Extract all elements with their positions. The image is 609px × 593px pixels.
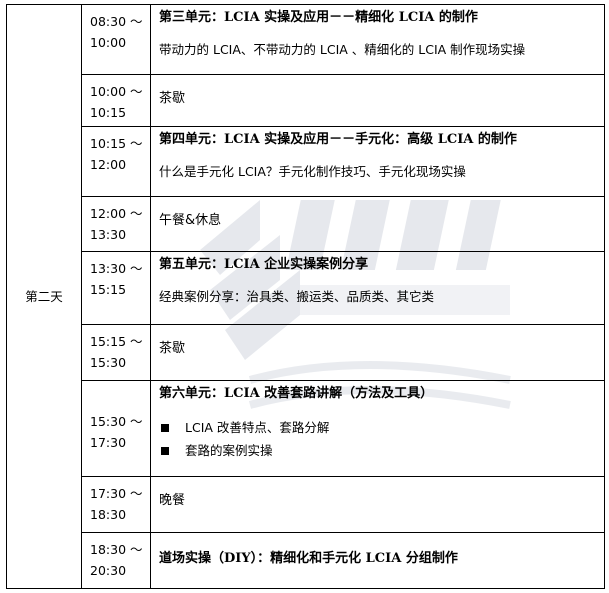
- time-slot: 15:15 ～ 15:30: [81, 324, 151, 381]
- session-content: 第三单元：LCIA 实操及应用－－精细化 LCIA 的制作 带动力的 LCIA、…: [150, 4, 605, 75]
- schedule-table: 第二天 08:30 ～ 10:00 第三单元：LCIA 实操及应用－－精细化 L…: [6, 4, 605, 589]
- workshop-title: 道场实操（DIY）：精细化和手元化 LCIA 分组制作: [159, 551, 458, 566]
- unit-description: 什么是手元化 LCIA？手元化制作技巧、手元化现场实操: [159, 164, 466, 179]
- time-end: 15:30: [90, 355, 127, 370]
- time-start: 10:15 ～: [90, 136, 143, 151]
- time-end: 15:15: [90, 282, 127, 297]
- session-content: 第六单元：LCIA 改善套路讲解（方法及工具） LCIA 改善特点、套路分解 套…: [150, 380, 605, 477]
- meal-text: 午餐&休息: [159, 213, 222, 228]
- time-end: 17:30: [90, 434, 127, 450]
- schedule-row: 15:30 ～ 17:30 第六单元：LCIA 改善套路讲解（方法及工具） LC…: [7, 380, 605, 477]
- unit-description: 经典案例分享：治具类、搬运类、品质类、其它类: [159, 289, 435, 304]
- time-end: 18:30: [90, 507, 127, 522]
- time-end: 10:15: [90, 105, 127, 120]
- schedule-row: 12:00 ～ 13:30 午餐&休息: [7, 196, 605, 252]
- time-slot: 17:30 ～ 18:30: [81, 476, 151, 533]
- unit-title: 第五单元：LCIA 企业实操案例分享: [159, 257, 369, 272]
- time-slot: 18:30 ～ 20:30: [81, 532, 151, 589]
- time-start: 10:00 ～: [90, 84, 143, 99]
- break-text: 茶歇: [159, 91, 186, 106]
- schedule-row: 15:15 ～ 15:30 茶歇: [7, 324, 605, 381]
- time-slot: 15:30 ～ 17:30: [81, 380, 151, 477]
- time-slot: 13:30 ～ 15:15: [81, 251, 151, 325]
- time-start: 12:00 ～: [90, 206, 143, 221]
- schedule-row: 13:30 ～ 15:15 第五单元：LCIA 企业实操案例分享 经典案例分享：…: [7, 251, 605, 325]
- square-bullet-icon: [161, 446, 169, 455]
- day-label: 第二天: [6, 4, 82, 589]
- time-end: 20:30: [90, 563, 127, 578]
- time-start: 17:30 ～: [90, 486, 143, 501]
- unit-title: 第三单元：LCIA 实操及应用－－精细化 LCIA 的制作: [159, 10, 478, 25]
- session-content: 第四单元：LCIA 实操及应用－－手元化：高级 LCIA 的制作 什么是手元化 …: [150, 126, 605, 197]
- bullet-list: LCIA 改善特点、套路分解 套路的案例实操: [159, 416, 600, 462]
- time-slot: 10:15 ～ 12:00: [81, 126, 151, 197]
- time-start: 15:30 ～: [90, 413, 143, 429]
- schedule-row: 第二天 08:30 ～ 10:00 第三单元：LCIA 实操及应用－－精细化 L…: [6, 4, 605, 589]
- time-end: 10:00: [90, 35, 127, 50]
- session-content: 第五单元：LCIA 企业实操案例分享 经典案例分享：治具类、搬运类、品质类、其它…: [150, 251, 605, 325]
- schedule-row: 10:15 ～ 12:00 第四单元：LCIA 实操及应用－－手元化：高级 LC…: [7, 126, 605, 197]
- list-item: LCIA 改善特点、套路分解: [159, 416, 600, 439]
- unit-title: 第四单元：LCIA 实操及应用－－手元化：高级 LCIA 的制作: [159, 132, 517, 147]
- time-start: 15:15 ～: [90, 334, 143, 349]
- session-content: 午餐&休息: [150, 196, 605, 252]
- time-start: 08:30 ～: [90, 14, 143, 29]
- unit-description: 带动力的 LCIA、不带动力的 LCIA 、精细化的 LCIA 制作现场实操: [159, 42, 526, 57]
- time-start: 18:30 ～: [90, 542, 143, 557]
- time-start: 13:30 ～: [90, 261, 143, 276]
- session-content: 晚餐: [150, 476, 605, 533]
- schedule-row: 10:00 ～ 10:15 茶歇: [7, 74, 605, 127]
- list-item-text: LCIA 改善特点、套路分解: [185, 420, 330, 435]
- time-end: 13:30: [90, 227, 127, 242]
- session-content: 茶歇: [150, 74, 605, 127]
- square-bullet-icon: [161, 423, 169, 432]
- time-slot: 08:30 ～ 10:00: [81, 4, 151, 75]
- time-slot: 10:00 ～ 10:15: [81, 74, 151, 127]
- time-end: 12:00: [90, 157, 127, 172]
- meal-text: 晚餐: [159, 493, 186, 508]
- session-content: 茶歇: [150, 324, 605, 381]
- schedule-row: 17:30 ～ 18:30 晚餐: [7, 476, 605, 533]
- list-item-text: 套路的案例实操: [185, 443, 273, 458]
- schedule-row: 18:30 ～ 20:30 道场实操（DIY）：精细化和手元化 LCIA 分组制…: [7, 532, 605, 589]
- break-text: 茶歇: [159, 341, 186, 356]
- session-content: 道场实操（DIY）：精细化和手元化 LCIA 分组制作: [150, 532, 605, 589]
- unit-title: 第六单元：LCIA 改善套路讲解（方法及工具）: [159, 386, 434, 401]
- time-slot: 12:00 ～ 13:30: [81, 196, 151, 252]
- list-item: 套路的案例实操: [159, 439, 600, 462]
